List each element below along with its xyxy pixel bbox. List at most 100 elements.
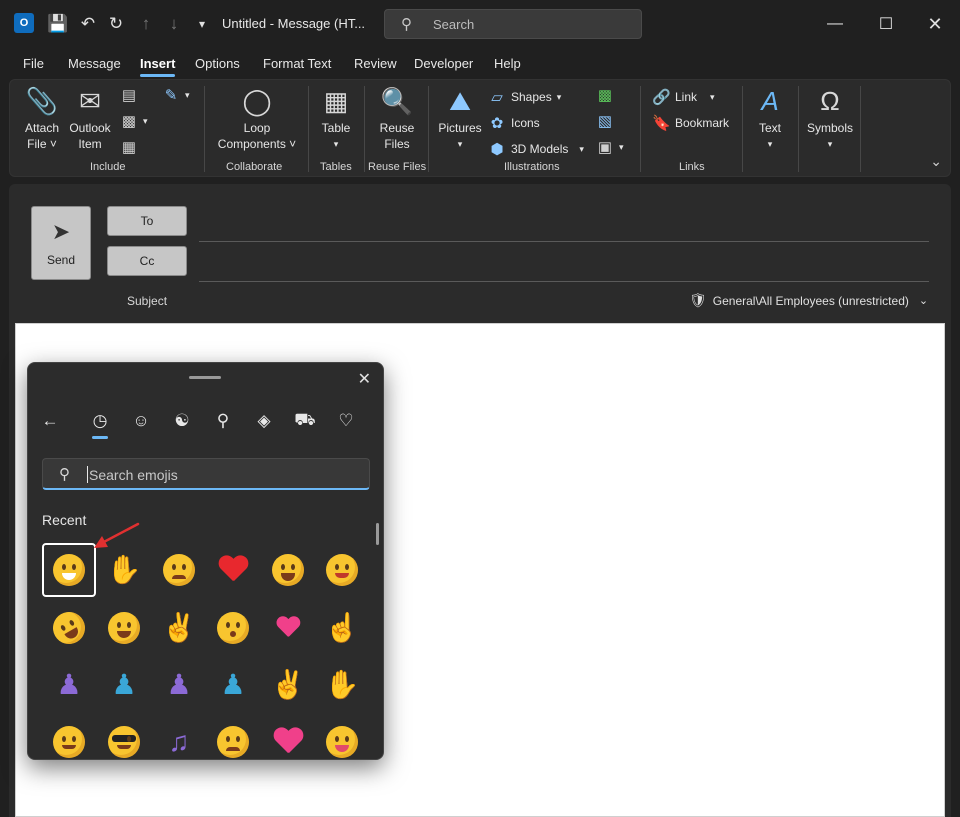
text-dropdown-icon: ▾ [767, 139, 773, 149]
icons-button[interactable]: ✿ Icons [488, 114, 540, 132]
ribbon-expand-icon[interactable]: ⌄ [930, 153, 942, 170]
smartart-button[interactable]: ▩ [596, 86, 614, 104]
tab-review[interactable]: Review [354, 56, 397, 71]
bookmark-button[interactable]: 🔖 Bookmark [652, 114, 729, 132]
emoji-sparkling-heart[interactable] [261, 715, 315, 759]
grinning-face-icon [53, 554, 85, 586]
3d-models-button[interactable]: ⬢ 3D Models ▾ [488, 140, 583, 158]
symbols-tab-icon[interactable]: ⚲ [208, 407, 238, 435]
calendar-button[interactable]: ▩ ▾ [120, 112, 148, 130]
emoji-search-input[interactable]: ⚲ Search emojis [42, 458, 370, 490]
outlook-item-button[interactable]: ✉ Outlook Item [66, 86, 114, 152]
to-field[interactable] [199, 241, 929, 242]
emoji-panel: ✕ ← ◷ ☺ ☯ ⚲ ◈ ⛟ ♡ ⚲ Search emojis Recent… [27, 362, 384, 760]
emoji-ok-hand[interactable]: ✌ [152, 601, 206, 655]
ribbon: 📎 Attach File ˅ ✉ Outlook Item ▤ ▩ ▾ ▦ ✎ ▾… [9, 79, 951, 177]
ribbon-divider [308, 86, 309, 172]
group-label-include: Include [90, 161, 126, 173]
up-arrow-icon[interactable]: ↑ [134, 12, 158, 36]
emoji-two-hearts[interactable] [261, 601, 315, 655]
tab-file[interactable]: File [23, 56, 44, 71]
emoji-smiling[interactable] [315, 543, 369, 597]
ribbon-divider [204, 86, 205, 172]
pictures-button[interactable]: ⛰ Pictures ▾ [434, 86, 486, 152]
cc-button[interactable]: Cc [107, 246, 187, 276]
text-button[interactable]: A Text ▾ [750, 86, 790, 152]
heart-icon[interactable]: ♡ [331, 407, 361, 435]
screenshot-button[interactable]: ▣ ▾ [596, 138, 624, 156]
tab-message[interactable]: Message [68, 56, 121, 71]
search-input[interactable]: ⚲ Search [384, 9, 642, 39]
sensitivity-label: General\All Employees (unrestricted) [712, 293, 909, 308]
business-card-button[interactable]: ▤ [120, 86, 138, 104]
down-arrow-icon[interactable]: ↓ [162, 12, 186, 36]
undo-icon[interactable]: ↶ [76, 12, 100, 36]
drag-handle[interactable] [189, 376, 221, 379]
attach-file-button[interactable]: 📎 Attach File ˅ [22, 86, 62, 152]
smiley-icon[interactable]: ☺ [126, 407, 156, 435]
emoji-sunglasses[interactable] [97, 715, 151, 759]
loop-components-button[interactable]: ◯ Loop Components ˅ [212, 86, 302, 152]
kaomoji-icon[interactable]: ☯ [167, 407, 197, 435]
annotation-arrow-icon [94, 522, 140, 548]
emoji-kiss[interactable] [206, 601, 260, 655]
send-button[interactable]: ➤ Send [31, 206, 91, 280]
emoji-shrug-woman[interactable]: ♟ [152, 658, 206, 712]
back-arrow-icon[interactable]: ← [35, 407, 65, 435]
chevron-down-icon: ⌄ [918, 295, 929, 307]
signature-button[interactable]: ✎ ▾ [162, 86, 190, 104]
tab-developer[interactable]: Developer [414, 56, 473, 71]
emoji-heart-eyes[interactable] [97, 601, 151, 655]
loop-label: Loop [243, 121, 271, 135]
emoji-crying[interactable] [206, 715, 260, 759]
sensitivity-dropdown[interactable]: 🛡 General\All Employees (unrestricted) ⌄ [689, 292, 928, 309]
emoji-rofl[interactable] [42, 601, 96, 655]
ribbon-divider [640, 86, 641, 172]
emoji-shrug-man[interactable]: ♟ [206, 658, 260, 712]
customize-toolbar-icon[interactable]: ▾ [190, 12, 214, 36]
loop-label-2: Components ˅ [217, 137, 297, 151]
table-button[interactable]: ▦ Table ▾ [314, 86, 358, 152]
emoji-facepalm-man[interactable]: ♟ [97, 658, 151, 712]
icons-label: Icons [511, 116, 540, 130]
cc-field[interactable] [199, 281, 929, 282]
minimize-button[interactable]: — [820, 10, 850, 38]
tab-help[interactable]: Help [494, 56, 521, 71]
tab-insert[interactable]: Insert [140, 56, 176, 77]
symbols-button[interactable]: Ω Symbols ▾ [804, 86, 856, 152]
emoji-facepalm-woman[interactable]: ♟ [42, 658, 96, 712]
link-button[interactable]: 🔗 Link ▾ [652, 88, 715, 106]
chart-button[interactable]: ▧ [596, 112, 614, 130]
tab-format-text[interactable]: Format Text [263, 56, 331, 71]
save-icon[interactable]: 💾 [46, 12, 70, 36]
emoji-tears-of-joy[interactable] [261, 543, 315, 597]
heart-eyes-icon [108, 612, 140, 644]
reuse-label: Reuse [379, 121, 415, 135]
emoji-grinning[interactable] [42, 543, 96, 597]
recent-clock-icon[interactable]: ◷ [85, 407, 115, 439]
emoji-pleading[interactable] [152, 543, 206, 597]
shapes-button[interactable]: ▱ Shapes ▾ [488, 88, 561, 106]
emoji-victory-hand[interactable]: ✌ [261, 658, 315, 712]
close-button[interactable]: ✕ [920, 10, 950, 38]
car-icon[interactable]: ⛟ [290, 407, 320, 435]
tab-options[interactable]: Options [195, 56, 240, 71]
gif-icon[interactable]: ◈ [249, 407, 279, 435]
emoji-tongue-out[interactable] [315, 715, 369, 759]
emoji-crossed-fingers[interactable]: ✋ [315, 658, 369, 712]
redo-icon[interactable]: ↻ [104, 12, 128, 36]
scrollbar[interactable] [376, 523, 379, 545]
emoji-musical-notes[interactable]: ♫ [152, 715, 206, 759]
emoji-red-heart[interactable] [206, 543, 260, 597]
calendar-insert-button[interactable]: ▦ [120, 138, 138, 156]
emoji-search-placeholder: Search emojis [89, 467, 178, 483]
to-button[interactable]: To [107, 206, 187, 236]
attach-file-label: Attach [24, 121, 60, 135]
reuse-files-button[interactable]: 🔍 Reuse Files [372, 86, 422, 152]
maximize-button[interactable]: ☐ [871, 10, 901, 38]
worried-face-icon [163, 554, 195, 586]
close-icon[interactable]: ✕ [358, 369, 371, 389]
emoji-thumbs-up[interactable]: ☝ [315, 601, 369, 655]
emoji-relieved[interactable] [42, 715, 96, 759]
group-label-illustrations: Illustrations [504, 161, 560, 173]
